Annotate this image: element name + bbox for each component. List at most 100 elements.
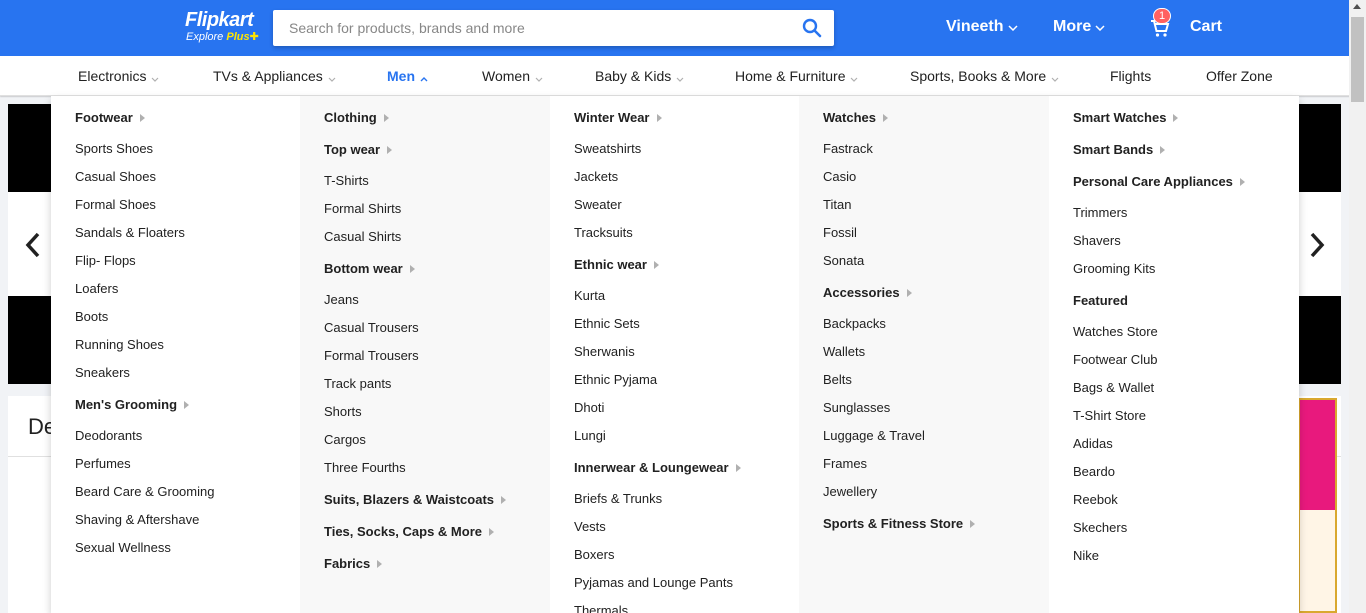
menu-link-sports-shoes[interactable]: Sports Shoes bbox=[75, 141, 153, 156]
menu-heading-fabrics[interactable]: Fabrics bbox=[324, 556, 383, 571]
menu-link-backpacks[interactable]: Backpacks bbox=[823, 316, 886, 331]
menu-link-sexual-wellness[interactable]: Sexual Wellness bbox=[75, 540, 171, 555]
menu-link-vests[interactable]: Vests bbox=[574, 519, 606, 534]
menu-heading-watches[interactable]: Watches bbox=[823, 110, 888, 125]
category-sports-books-more[interactable]: Sports, Books & More bbox=[910, 68, 1059, 85]
menu-link-lungi[interactable]: Lungi bbox=[574, 428, 606, 443]
menu-link-nike[interactable]: Nike bbox=[1073, 548, 1099, 563]
menu-link-luggage-and-travel[interactable]: Luggage & Travel bbox=[823, 428, 925, 443]
menu-link-kurta[interactable]: Kurta bbox=[574, 288, 605, 303]
menu-link-reebok[interactable]: Reebok bbox=[1073, 492, 1118, 507]
menu-link-casual-shirts[interactable]: Casual Shirts bbox=[324, 229, 401, 244]
menu-heading-sports-and-fitness-store[interactable]: Sports & Fitness Store bbox=[823, 516, 976, 531]
category-women[interactable]: Women bbox=[482, 68, 543, 85]
menu-heading-smart-watches[interactable]: Smart Watches bbox=[1073, 110, 1179, 125]
menu-link-fastrack[interactable]: Fastrack bbox=[823, 141, 873, 156]
menu-link-jackets[interactable]: Jackets bbox=[574, 169, 618, 184]
menu-heading-innerwear-and-loungewear[interactable]: Innerwear & Loungewear bbox=[574, 460, 741, 475]
menu-heading-featured[interactable]: Featured bbox=[1073, 293, 1128, 308]
menu-link-sunglasses[interactable]: Sunglasses bbox=[823, 400, 890, 415]
menu-heading-personal-care-appliances[interactable]: Personal Care Appliances bbox=[1073, 174, 1245, 189]
menu-link-shaving-and-aftershave[interactable]: Shaving & Aftershave bbox=[75, 512, 199, 527]
menu-link-adidas[interactable]: Adidas bbox=[1073, 436, 1113, 451]
menu-link-sneakers[interactable]: Sneakers bbox=[75, 365, 130, 380]
menu-link-deodorants[interactable]: Deodorants bbox=[75, 428, 142, 443]
menu-link-t-shirt-store[interactable]: T-Shirt Store bbox=[1073, 408, 1146, 423]
category-baby-kids[interactable]: Baby & Kids bbox=[595, 68, 684, 85]
menu-link-casual-shoes[interactable]: Casual Shoes bbox=[75, 169, 156, 184]
menu-link-jeans[interactable]: Jeans bbox=[324, 292, 359, 307]
menu-link-pyjamas-and-lounge-pants[interactable]: Pyjamas and Lounge Pants bbox=[574, 575, 733, 590]
category-flights[interactable]: Flights bbox=[1110, 68, 1151, 84]
menu-link-tracksuits[interactable]: Tracksuits bbox=[574, 225, 633, 240]
menu-link-boxers[interactable]: Boxers bbox=[574, 547, 614, 562]
menu-link-running-shoes[interactable]: Running Shoes bbox=[75, 337, 164, 352]
carousel-next-button[interactable] bbox=[1302, 228, 1332, 262]
menu-link-shorts[interactable]: Shorts bbox=[324, 404, 362, 419]
menu-link-sandals-and-floaters[interactable]: Sandals & Floaters bbox=[75, 225, 185, 240]
menu-link-wallets[interactable]: Wallets bbox=[823, 344, 865, 359]
menu-link-skechers[interactable]: Skechers bbox=[1073, 520, 1127, 535]
menu-link-formal-shoes[interactable]: Formal Shoes bbox=[75, 197, 156, 212]
menu-link-watches-store[interactable]: Watches Store bbox=[1073, 324, 1158, 339]
category-electronics[interactable]: Electronics bbox=[78, 68, 159, 85]
menu-heading-ethnic-wear[interactable]: Ethnic wear bbox=[574, 257, 659, 272]
flipkart-logo[interactable]: Flipkart Explore Plus✚ bbox=[185, 9, 259, 43]
menu-link-bags-and-wallet[interactable]: Bags & Wallet bbox=[1073, 380, 1154, 395]
more-menu[interactable]: More bbox=[1053, 18, 1105, 36]
menu-link-briefs-and-trunks[interactable]: Briefs & Trunks bbox=[574, 491, 662, 506]
menu-link-ethnic-sets[interactable]: Ethnic Sets bbox=[574, 316, 640, 331]
scroll-up-arrow-icon[interactable] bbox=[1353, 4, 1361, 9]
menu-heading-footwear[interactable]: Footwear bbox=[75, 110, 145, 125]
menu-heading-suits-blazers-and-waistcoats[interactable]: Suits, Blazers & Waistcoats bbox=[324, 492, 507, 507]
menu-link-titan[interactable]: Titan bbox=[823, 197, 851, 212]
menu-heading-bottom-wear[interactable]: Bottom wear bbox=[324, 261, 415, 276]
menu-heading-clothing[interactable]: Clothing bbox=[324, 110, 389, 125]
menu-link-ethnic-pyjama[interactable]: Ethnic Pyjama bbox=[574, 372, 657, 387]
menu-link-shavers[interactable]: Shavers bbox=[1073, 233, 1121, 248]
menu-link-jewellery[interactable]: Jewellery bbox=[823, 484, 877, 499]
category-men[interactable]: Men bbox=[387, 68, 428, 85]
carousel-prev-button[interactable] bbox=[18, 228, 48, 262]
menu-heading-men-s-grooming[interactable]: Men's Grooming bbox=[75, 397, 190, 412]
side-ad-banner[interactable] bbox=[1298, 398, 1337, 613]
menu-link-thermals[interactable]: Thermals bbox=[574, 603, 628, 613]
menu-heading-top-wear[interactable]: Top wear bbox=[324, 142, 393, 157]
menu-link-t-shirts[interactable]: T-Shirts bbox=[324, 173, 369, 188]
category-offer-zone[interactable]: Offer Zone bbox=[1206, 68, 1273, 84]
search-input[interactable] bbox=[273, 10, 793, 46]
menu-link-casio[interactable]: Casio bbox=[823, 169, 856, 184]
menu-link-trimmers[interactable]: Trimmers bbox=[1073, 205, 1127, 220]
menu-link-flip-flops[interactable]: Flip- Flops bbox=[75, 253, 136, 268]
menu-link-grooming-kits[interactable]: Grooming Kits bbox=[1073, 261, 1155, 276]
menu-link-formal-trousers[interactable]: Formal Trousers bbox=[324, 348, 419, 363]
category-tvs-appliances[interactable]: TVs & Appliances bbox=[213, 68, 336, 85]
menu-link-beardo[interactable]: Beardo bbox=[1073, 464, 1115, 479]
menu-link-beard-care-and-grooming[interactable]: Beard Care & Grooming bbox=[75, 484, 214, 499]
menu-heading-ties-socks-caps-and-more[interactable]: Ties, Socks, Caps & More bbox=[324, 524, 494, 539]
menu-link-cargos[interactable]: Cargos bbox=[324, 432, 366, 447]
menu-link-boots[interactable]: Boots bbox=[75, 309, 108, 324]
menu-link-loafers[interactable]: Loafers bbox=[75, 281, 118, 296]
menu-heading-smart-bands[interactable]: Smart Bands bbox=[1073, 142, 1166, 157]
search-icon[interactable] bbox=[802, 18, 822, 38]
menu-heading-winter-wear[interactable]: Winter Wear bbox=[574, 110, 662, 125]
menu-link-footwear-club[interactable]: Footwear Club bbox=[1073, 352, 1158, 367]
category-home-furniture[interactable]: Home & Furniture bbox=[735, 68, 858, 85]
menu-link-sweatshirts[interactable]: Sweatshirts bbox=[574, 141, 641, 156]
menu-link-three-fourths[interactable]: Three Fourths bbox=[324, 460, 406, 475]
menu-link-casual-trousers[interactable]: Casual Trousers bbox=[324, 320, 419, 335]
scrollbar-thumb[interactable] bbox=[1351, 17, 1364, 102]
menu-link-sonata[interactable]: Sonata bbox=[823, 253, 864, 268]
account-menu[interactable]: Vineeth bbox=[946, 18, 1018, 36]
menu-link-fossil[interactable]: Fossil bbox=[823, 225, 857, 240]
menu-link-frames[interactable]: Frames bbox=[823, 456, 867, 471]
menu-link-perfumes[interactable]: Perfumes bbox=[75, 456, 131, 471]
menu-link-dhoti[interactable]: Dhoti bbox=[574, 400, 604, 415]
menu-heading-accessories[interactable]: Accessories bbox=[823, 285, 912, 300]
menu-link-sherwanis[interactable]: Sherwanis bbox=[574, 344, 635, 359]
menu-link-sweater[interactable]: Sweater bbox=[574, 197, 622, 212]
menu-link-belts[interactable]: Belts bbox=[823, 372, 852, 387]
menu-link-track-pants[interactable]: Track pants bbox=[324, 376, 391, 391]
menu-link-formal-shirts[interactable]: Formal Shirts bbox=[324, 201, 401, 216]
